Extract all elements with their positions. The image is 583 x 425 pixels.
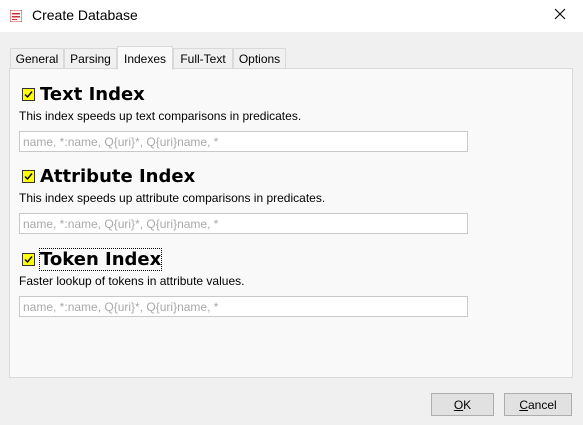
attribute-index-description: This index speeds up attribute compariso… [19,191,326,205]
token-index-title[interactable]: Token Index [38,247,163,271]
tab-parsing[interactable]: Parsing [64,48,117,68]
attribute-index-include-field[interactable] [19,213,468,234]
text-index-checkbox[interactable] [19,84,45,107]
window-title: Create Database [32,7,138,23]
tab-full-text[interactable]: Full-Text [173,48,233,68]
cancel-button[interactable]: Cancel [504,393,572,416]
attribute-index-title[interactable]: Attribute Index [40,166,195,187]
ok-button[interactable]: OK [431,393,494,416]
checkmark-icon [24,172,33,180]
token-index-include-field[interactable] [19,296,468,317]
tab-general[interactable]: General [10,48,64,68]
title-bar: Create Database [0,0,583,32]
cancel-label-rest: ancel [527,397,557,412]
ok-label-rest: K [463,397,472,412]
ok-mnemonic: O [453,397,464,412]
checkmark-icon [24,255,33,263]
close-icon [554,7,566,25]
checkmark-icon [24,90,33,98]
attribute-index-header: Attribute Index [22,165,195,187]
text-index-title[interactable]: Text Index [40,84,145,105]
token-index-checkbox[interactable] [19,249,45,272]
attribute-index-checkbox[interactable] [22,169,35,183]
token-index-header: Token Index [19,247,163,272]
indexes-panel: Text Index This index speeds up text com… [9,68,573,378]
text-index-include-field[interactable] [19,131,468,152]
text-index-header: Text Index [19,83,145,107]
close-button[interactable] [537,0,583,32]
tab-indexes[interactable]: Indexes [117,46,173,70]
token-index-description: Faster lookup of tokens in attribute val… [19,274,245,288]
create-database-dialog: Create Database General Parsing Indexes … [0,0,583,425]
cancel-mnemonic: C [519,397,528,412]
basex-icon [9,9,23,23]
tab-options[interactable]: Options [233,48,286,68]
text-index-description: This index speeds up text comparisons in… [19,109,302,123]
